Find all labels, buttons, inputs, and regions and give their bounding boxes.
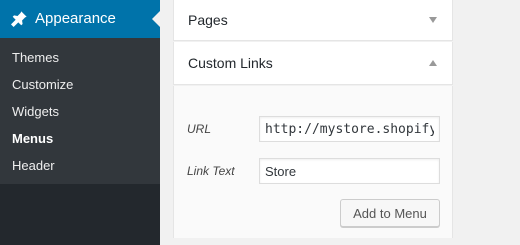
add-to-menu-button[interactable]: Add to Menu [340, 199, 440, 227]
link-text-label: Link Text [187, 164, 235, 178]
submenu: Themes Customize Widgets Menus Header [0, 38, 160, 184]
submenu-item-header[interactable]: Header [12, 157, 55, 175]
admin-sidebar: Appearance Themes Customize Widgets Menu… [0, 0, 160, 245]
current-menu-pointer [152, 11, 160, 27]
paintbrush-pin-icon [10, 11, 27, 28]
url-input[interactable] [259, 116, 440, 142]
custom-links-panel-title: Custom Links [188, 55, 273, 71]
expand-arrow-icon[interactable] [429, 17, 437, 23]
custom-links-panel-header[interactable]: Custom Links [173, 42, 453, 85]
menu-item-appearance[interactable]: Appearance [0, 0, 160, 38]
pages-panel-title: Pages [188, 12, 228, 28]
submenu-item-menus[interactable]: Menus [12, 130, 53, 148]
custom-links-panel-body: URL Link Text Add to Menu [173, 86, 453, 238]
menu-title: Appearance [35, 10, 116, 27]
url-label: URL [187, 122, 212, 136]
link-text-input[interactable] [259, 158, 440, 184]
submenu-item-themes[interactable]: Themes [12, 49, 59, 67]
collapse-arrow-icon[interactable] [429, 60, 437, 66]
submenu-item-widgets[interactable]: Widgets [12, 103, 59, 121]
submenu-item-customize[interactable]: Customize [12, 76, 73, 94]
pages-panel-header[interactable]: Pages [173, 0, 453, 41]
